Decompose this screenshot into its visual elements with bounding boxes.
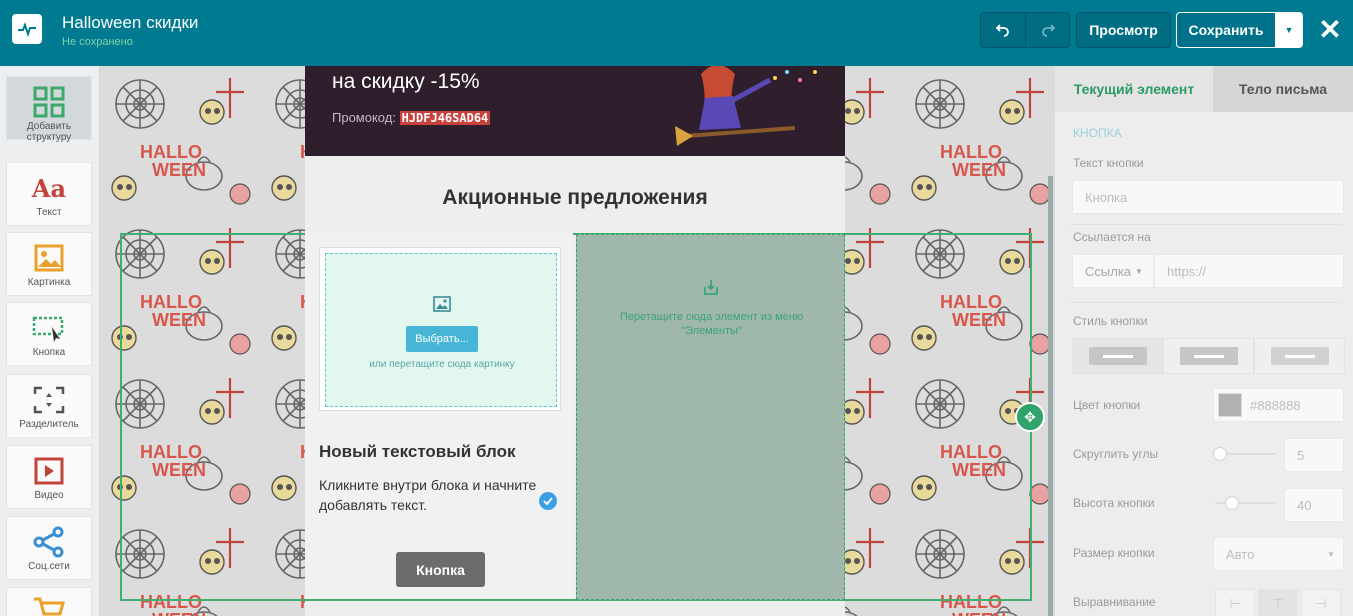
sidebar-item-structure[interactable]: Добавить структуру [6, 76, 92, 143]
button-height-label: Высота кнопки [1073, 496, 1155, 510]
button-style-option-3[interactable] [1254, 338, 1345, 374]
button-style-label: Стиль кнопки [1073, 314, 1148, 328]
text-block-body[interactable]: Кликните внутри блока и начните добавлят… [319, 475, 549, 515]
sidebar-item-label: Соц.сети [28, 561, 70, 572]
text-icon: Aa [31, 173, 67, 203]
button-color-label: Цвет кнопки [1073, 398, 1141, 412]
sidebar-item-video[interactable]: Видео [6, 445, 92, 509]
button-color-input[interactable]: #888888 [1213, 388, 1344, 422]
chevron-down-icon: ▼ [1327, 549, 1335, 559]
sidebar-item-text[interactable]: Aa Текст [6, 162, 92, 226]
tab-current-element[interactable]: Текущий элемент [1055, 66, 1213, 112]
preview-button[interactable]: Просмотр [1076, 12, 1171, 48]
save-button[interactable]: Сохранить [1176, 12, 1276, 48]
sidebar-item-button[interactable]: Кнопка [6, 302, 92, 366]
move-icon[interactable]: ✥ [1015, 402, 1045, 432]
choose-image-button[interactable]: Выбрать... [406, 326, 478, 352]
close-icon[interactable]: ✕ [1316, 14, 1344, 45]
canvas-scrollbar[interactable] [1048, 176, 1053, 616]
link-url-input[interactable]: https:// [1154, 254, 1344, 288]
sidebar-item-label: Видео [34, 490, 64, 501]
sidebar-item-divider[interactable]: Разделитель [6, 374, 92, 438]
promo-code: HJDFJ46SAD64 [399, 111, 491, 125]
corner-radius-knob[interactable] [1213, 447, 1227, 461]
button-height-slider[interactable] [1215, 502, 1275, 504]
align-right-button[interactable]: ⊣ [1301, 589, 1341, 616]
image-placeholder-icon [433, 296, 451, 312]
button-style-option-2[interactable] [1163, 338, 1254, 374]
link-type-select[interactable]: Ссылка ▼ [1072, 254, 1154, 288]
button-height-input[interactable]: 40 [1284, 488, 1344, 522]
color-value: #888888 [1250, 397, 1301, 413]
redo-button[interactable] [1025, 12, 1070, 48]
elements-sidebar: Добавить структуру Aa Текст Картинка Кно… [0, 66, 100, 616]
button-size-value: Авто [1226, 546, 1255, 562]
sidebar-item-label: Добавить структуру [26, 121, 72, 143]
link-type-value: Ссылка [1085, 263, 1132, 279]
sidebar-item-image[interactable]: Картинка [6, 232, 92, 296]
panel-section-title: КНОПКА [1073, 126, 1122, 140]
cart-icon [32, 596, 66, 616]
align-right-icon: ⊣ [1315, 596, 1327, 611]
divider [1071, 302, 1343, 303]
document-title[interactable]: Halloween скидки [62, 13, 198, 33]
color-swatch[interactable] [1218, 393, 1242, 417]
align-center-icon: ⊤ [1272, 596, 1284, 611]
promo-label: Промокод: [332, 110, 396, 125]
button-size-select[interactable]: Авто ▼ [1213, 537, 1344, 571]
link-label: Ссылается на [1073, 230, 1151, 244]
button-size-label: Размер кнопки [1073, 546, 1155, 560]
sidebar-item-label: Разделитель [19, 419, 79, 430]
grid-icon [32, 85, 66, 119]
video-icon [32, 454, 66, 488]
witch-illustration [675, 66, 817, 146]
share-icon [32, 525, 66, 559]
image-drop-hint: или перетащите сюда картинку [369, 359, 515, 370]
button-text-input[interactable]: Кнопка [1072, 180, 1344, 214]
image-icon [32, 241, 66, 275]
image-drop-zone[interactable]: Выбрать... или перетащите сюда картинку [325, 253, 557, 407]
properties-panel: Текущий элемент Тело письма КНОПКА Текст… [1055, 66, 1353, 616]
sidebar-item-label: Картинка [27, 277, 71, 288]
save-dropdown-button[interactable]: ▼ [1275, 12, 1303, 48]
button-text-label: Текст кнопки [1073, 156, 1144, 170]
sidebar-item-label: Текст [36, 207, 62, 218]
alignment-label: Выравнивание [1073, 595, 1156, 609]
corner-radius-input[interactable]: 5 [1284, 438, 1344, 472]
align-left-icon: ⊢ [1229, 596, 1241, 611]
sidebar-item-cart[interactable] [6, 587, 92, 616]
undo-button[interactable] [980, 12, 1026, 48]
check-icon[interactable] [539, 492, 557, 510]
app-logo-icon[interactable] [12, 14, 42, 44]
redo-icon [1041, 24, 1055, 37]
divider [1071, 224, 1343, 225]
sidebar-item-label: Кнопка [32, 347, 66, 358]
chevron-down-icon: ▼ [1135, 266, 1143, 276]
drop-element-icon [704, 280, 718, 295]
structure-column-left[interactable]: Выбрать... или перетащите сюда картинку … [305, 233, 573, 599]
align-left-button[interactable]: ⊢ [1215, 589, 1255, 616]
divider-icon [32, 383, 66, 417]
corner-radius-label: Скруглить углы [1073, 447, 1159, 461]
top-bar: Halloween скидки Не сохранено Просмотр С… [0, 0, 1353, 66]
hero-banner[interactable]: на скидку -15% Промокод: HJDFJ46SAD64 [305, 66, 845, 156]
image-block[interactable]: Выбрать... или перетащите сюда картинку [319, 247, 561, 411]
align-center-button[interactable]: ⊤ [1258, 589, 1298, 616]
hero-text[interactable]: на скидку -15% [332, 70, 480, 94]
text-block-title[interactable]: Новый текстовый блок [319, 442, 516, 462]
save-status: Не сохранено [62, 36, 133, 48]
tab-email-body[interactable]: Тело письма [1213, 66, 1353, 112]
section-title[interactable]: Акционные предложения [305, 186, 845, 210]
drop-zone-text: Перетащите сюда элемент из меню "Элемент… [619, 311, 804, 337]
button-height-knob[interactable] [1225, 496, 1239, 510]
sidebar-item-social[interactable]: Соц.сети [6, 516, 92, 580]
button-icon [32, 311, 66, 345]
undo-icon [995, 24, 1009, 37]
chevron-down-icon: ▼ [1284, 25, 1294, 35]
editor-canvas[interactable]: HALLO WEEN на скидку -15% Промокод: HJDF… [100, 66, 1055, 616]
promo-line[interactable]: Промокод: HJDFJ46SAD64 [332, 110, 491, 125]
email-button[interactable]: Кнопка [396, 552, 485, 587]
button-style-option-1[interactable] [1072, 338, 1163, 374]
structure-column-right-drop-zone[interactable]: Перетащите сюда элемент из меню "Элемент… [576, 234, 845, 600]
